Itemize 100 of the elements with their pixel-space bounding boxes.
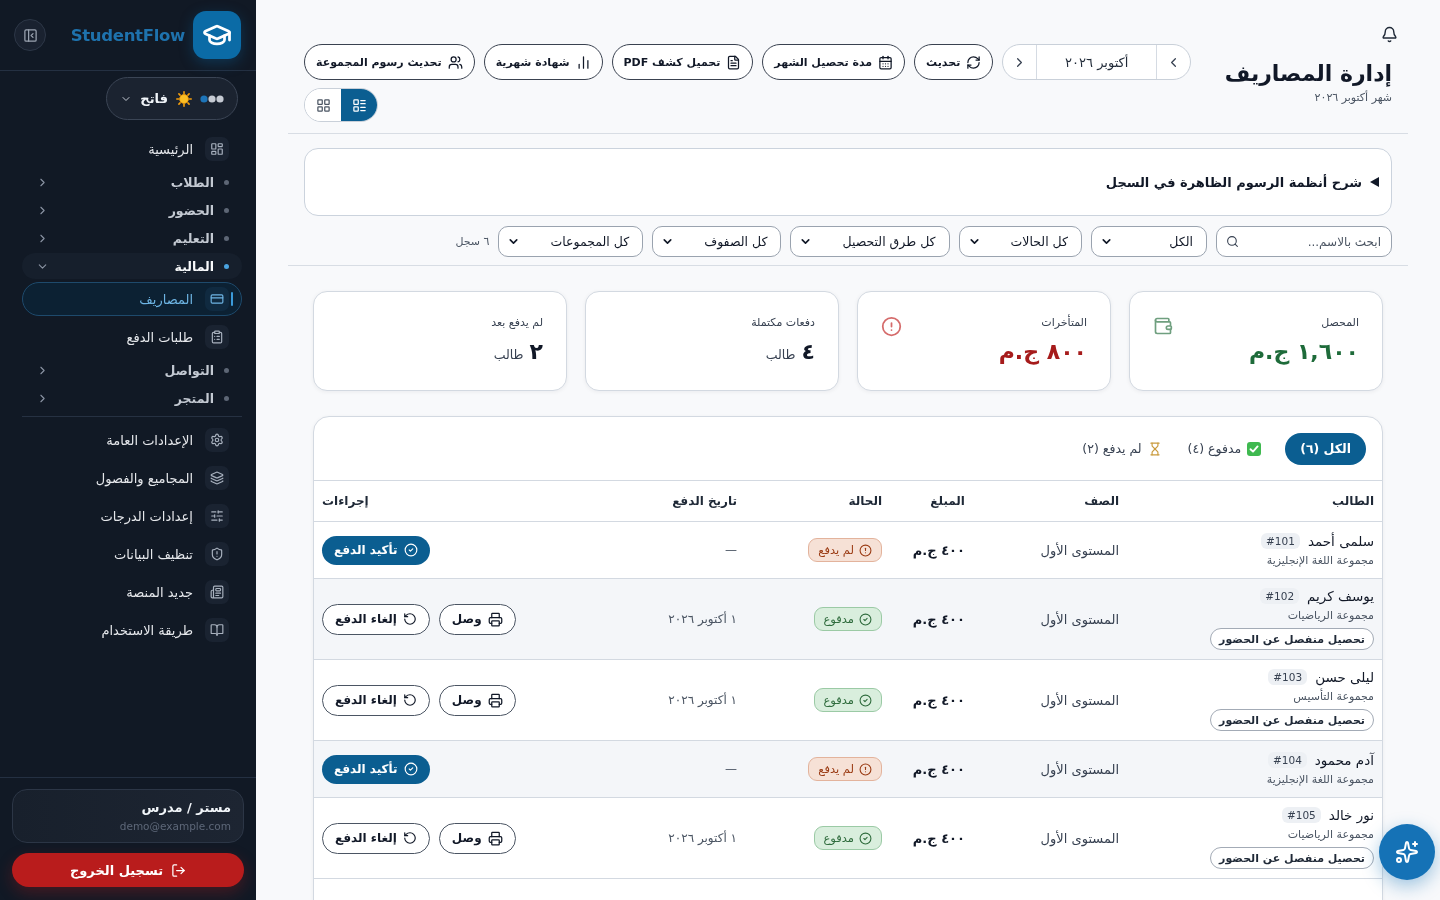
filter-tab[interactable]: لم يدفع (٢) bbox=[1080, 432, 1164, 465]
nav-item[interactable]: المصاريف bbox=[22, 282, 242, 316]
student-id: #103 bbox=[1268, 669, 1308, 685]
confirm-payment-button[interactable]: تأكيد الدفع bbox=[322, 535, 430, 565]
amount-text: ٤٠٠ ج.م bbox=[912, 692, 965, 708]
receipt-button[interactable]: وصل bbox=[438, 603, 516, 635]
collection-tag: تحصيل منفصل عن الحضور bbox=[1210, 709, 1374, 731]
search-icon bbox=[1226, 235, 1239, 248]
column-header: الطالب bbox=[1331, 494, 1374, 508]
nav-item[interactable]: تنظيف البيانات bbox=[22, 535, 242, 573]
confirm-payment-button[interactable]: تأكيد الدفع bbox=[322, 754, 430, 784]
users-icon bbox=[447, 54, 463, 70]
class-name: المستوى الأول bbox=[1040, 692, 1119, 708]
search-field[interactable]: ابحث بالاسم... bbox=[1216, 226, 1392, 257]
logout-icon bbox=[171, 862, 187, 878]
settings-icon bbox=[205, 428, 229, 452]
cancel-payment-button[interactable]: إلغاء الدفع bbox=[322, 684, 430, 716]
layers-icon bbox=[205, 466, 229, 490]
nav-item[interactable]: المجاميع والفصول bbox=[22, 459, 242, 497]
student-group: مجموعة الرياضيات bbox=[1287, 609, 1374, 622]
nav-item[interactable]: جديد المنصة bbox=[22, 573, 242, 611]
newspaper-icon bbox=[205, 580, 229, 604]
status-label: لم يدفع bbox=[818, 543, 854, 557]
cancel-payment-button[interactable]: إلغاء الدفع bbox=[322, 603, 430, 635]
sliders-icon bbox=[205, 504, 229, 528]
calendar-icon bbox=[878, 54, 894, 70]
nav-group[interactable]: التواصل bbox=[22, 357, 242, 383]
sun-icon bbox=[176, 90, 192, 107]
stat-value: ٨٠٠ ج.م bbox=[998, 338, 1087, 366]
student-id: #105 bbox=[1281, 807, 1321, 823]
class-name: المستوى الأول bbox=[1040, 611, 1119, 627]
stat-value: ١,٦٠٠ ج.م bbox=[1248, 338, 1359, 366]
printer-icon bbox=[487, 830, 503, 846]
toolbar-button[interactable]: مدة تحصيل الشهر bbox=[762, 44, 906, 80]
dot-icon bbox=[224, 207, 229, 213]
logout-button[interactable]: تسجيل الخروج bbox=[12, 853, 244, 887]
filter-select[interactable]: الكل bbox=[1091, 226, 1207, 257]
record-count: ٦ سجل bbox=[455, 235, 490, 248]
column-header: الصف bbox=[1084, 494, 1119, 508]
graduation-cap-icon bbox=[193, 11, 241, 59]
month-label: أكتوبر ٢٠٢٦ bbox=[1036, 45, 1158, 79]
student-id: #104 bbox=[1268, 752, 1307, 768]
nav-group[interactable]: المالية bbox=[22, 253, 242, 279]
stat-label: دفعات مكتملة bbox=[751, 316, 815, 329]
filter-select[interactable]: كل المجموعات bbox=[498, 226, 644, 257]
receipt-button[interactable]: وصل bbox=[438, 684, 516, 716]
check-circle-icon bbox=[403, 543, 418, 557]
check-circle-icon bbox=[859, 693, 872, 707]
nav-group[interactable]: الطلاب bbox=[22, 169, 242, 195]
view-mode-button[interactable] bbox=[341, 89, 377, 121]
toolbar-button[interactable]: تحميل كشف PDF bbox=[611, 44, 754, 80]
filter-select[interactable]: كل طرق التحصيل bbox=[790, 226, 950, 257]
student-group: مجموعة اللغة الإنجليزية bbox=[1266, 773, 1374, 786]
info-summary[interactable]: شرح أنظمة الرسوم الظاهرة في السجل bbox=[1105, 174, 1379, 190]
toolbar-button[interactable]: تحديث bbox=[914, 44, 994, 80]
wallet-icon bbox=[1153, 316, 1173, 336]
filter-select[interactable]: كل الصفوف bbox=[652, 226, 782, 257]
cancel-payment-button[interactable]: إلغاء الدفع bbox=[322, 822, 430, 854]
collection-tag: تحصيل منفصل عن الحضور bbox=[1210, 847, 1374, 869]
stat-value: ٢ bbox=[529, 338, 543, 366]
stat-unit: طالب bbox=[493, 347, 524, 362]
payment-date: ١ أكتوبر ٢٠٢٦ bbox=[668, 612, 737, 626]
collapse-sidebar-button[interactable] bbox=[14, 19, 46, 51]
toolbar-button[interactable]: تحديث رسوم المجموعة bbox=[304, 44, 475, 80]
column-header: إجراءات bbox=[322, 494, 369, 508]
nav-item[interactable]: الرئيسية bbox=[22, 130, 242, 168]
dot-icon bbox=[224, 263, 229, 269]
nav-item[interactable]: طريقة الاستخدام bbox=[22, 611, 242, 649]
check-circle-icon bbox=[859, 831, 872, 845]
nav-item[interactable]: الإعدادات العامة bbox=[22, 421, 242, 459]
collection-tag: تحصيل منفصل عن الحضور bbox=[1210, 628, 1374, 650]
nav-group[interactable]: المتجر bbox=[22, 385, 242, 411]
status-label: مدفوع bbox=[823, 693, 854, 707]
amount-text: ٤٠٠ ج.م bbox=[912, 611, 965, 627]
alert-icon bbox=[859, 762, 872, 776]
page-subtitle: شهر أكتوبر ٢٠٢٦ bbox=[1314, 91, 1392, 104]
list-icon bbox=[351, 97, 367, 113]
receipt-button[interactable]: وصل bbox=[438, 822, 516, 854]
nav-item[interactable]: طلبات الدفع bbox=[22, 318, 242, 356]
undo-icon bbox=[402, 612, 417, 626]
payment-date: — bbox=[725, 762, 737, 776]
theme-selector[interactable]: فاتح bbox=[106, 77, 238, 120]
open-book-icon bbox=[205, 618, 229, 642]
nav-group[interactable]: الحضور bbox=[22, 197, 242, 223]
grid-icon bbox=[315, 97, 331, 113]
payment-date: ١ أكتوبر ٢٠٢٦ bbox=[668, 831, 737, 845]
nav-item[interactable]: إعدادات الدرجات bbox=[22, 497, 242, 535]
filter-select[interactable]: كل الحالات bbox=[958, 226, 1082, 257]
filter-tab[interactable]: مدفوع (٤) bbox=[1185, 432, 1264, 465]
card-icon bbox=[205, 287, 229, 311]
undo-icon bbox=[402, 831, 417, 845]
class-name: المستوى الأول bbox=[1040, 542, 1119, 558]
column-header: المبلغ bbox=[930, 494, 965, 508]
printer-icon bbox=[487, 692, 503, 708]
student-id: #101 bbox=[1261, 533, 1300, 549]
nav-group[interactable]: التعليم bbox=[22, 225, 242, 251]
filter-tab[interactable]: الكل (٦) bbox=[1285, 432, 1366, 465]
dot-icon bbox=[224, 395, 229, 401]
toolbar-button[interactable]: شهادة شهرية bbox=[483, 44, 603, 80]
bell-icon[interactable] bbox=[1381, 26, 1398, 43]
